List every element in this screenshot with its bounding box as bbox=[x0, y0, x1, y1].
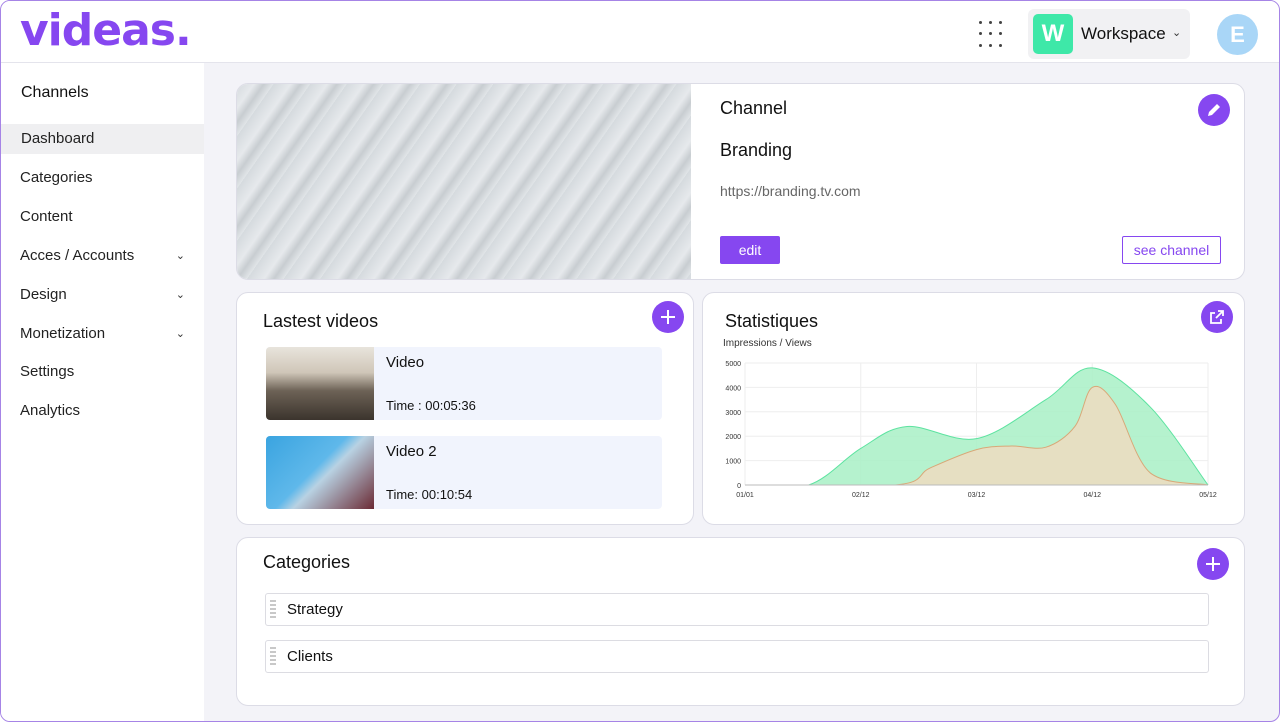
drag-handle-icon[interactable] bbox=[270, 647, 276, 667]
y-tick-label: 4000 bbox=[725, 385, 741, 392]
sidebar-item-analytics[interactable]: Analytics bbox=[1, 396, 204, 426]
video-title: Video bbox=[386, 354, 425, 371]
statistics-chart: 5000 4000 3000 2000 1000 0 01/01 02/12 03/12 04/1… bbox=[725, 361, 1217, 499]
video-title: Video 2 bbox=[386, 443, 437, 460]
y-tick-label: 3000 bbox=[725, 410, 741, 417]
sidebar-item-label: Acces / Accounts bbox=[20, 247, 135, 264]
top-bar: videas. W Workspace ⌄ E bbox=[1, 1, 1279, 63]
sidebar-item-monetization[interactable]: Monetization ⌄ bbox=[1, 319, 204, 349]
sidebar-item-accounts[interactable]: Acces / Accounts ⌄ bbox=[1, 241, 204, 271]
sidebar-item-categories[interactable]: Categories bbox=[1, 163, 204, 193]
video-thumbnail bbox=[266, 436, 374, 509]
drag-handle-icon[interactable] bbox=[270, 600, 276, 620]
sidebar-item-label: Monetization bbox=[20, 325, 106, 342]
statistics-card: Statistiques Impressions / Views 5000 400… bbox=[702, 292, 1245, 525]
avatar[interactable]: E bbox=[1217, 14, 1258, 55]
video-time: Time : 00:05:36 bbox=[386, 398, 476, 413]
add-category-button[interactable] bbox=[1197, 548, 1229, 580]
latest-videos-title: Lastest videos bbox=[263, 311, 379, 331]
workspace-selector[interactable]: W Workspace ⌄ bbox=[1028, 9, 1190, 59]
sidebar-item-label: Design bbox=[20, 286, 67, 303]
sidebar: Channels Dashboard Categories Content Ac… bbox=[1, 63, 204, 721]
plus-icon bbox=[1206, 557, 1220, 571]
workspace-label: Workspace bbox=[1081, 24, 1166, 43]
sidebar-item-label: Content bbox=[20, 208, 73, 225]
add-video-button[interactable] bbox=[652, 301, 684, 333]
x-tick-label: 03/12 bbox=[968, 492, 986, 499]
latest-videos-card: Lastest videos Video Time : 00:05:36 Vid… bbox=[236, 292, 694, 525]
x-tick-label: 02/12 bbox=[852, 492, 870, 499]
x-tick-label: 04/12 bbox=[1083, 492, 1101, 499]
sidebar-item-label: Settings bbox=[20, 363, 75, 380]
logo[interactable]: videas. bbox=[20, 5, 192, 56]
categories-title: Categories bbox=[263, 552, 351, 572]
list-item[interactable]: Video 2 Time: 00:10:54 bbox=[266, 436, 662, 509]
categories-card: Categories Strategy Clients bbox=[236, 537, 1245, 706]
sidebar-item-settings[interactable]: Settings bbox=[1, 357, 204, 387]
chevron-down-icon: ⌄ bbox=[1172, 27, 1182, 39]
app-frame: videas. W Workspace ⌄ E Channels Dashboa… bbox=[0, 0, 1280, 722]
category-row[interactable]: Strategy bbox=[265, 593, 1209, 626]
channel-label: Channel bbox=[720, 98, 788, 118]
y-tick-label: 1000 bbox=[725, 459, 741, 466]
statistics-title: Statistiques bbox=[725, 311, 819, 331]
video-time: Time: 00:10:54 bbox=[386, 487, 473, 502]
sidebar-item-design[interactable]: Design ⌄ bbox=[1, 280, 204, 310]
x-tick-label: 05/12 bbox=[1199, 492, 1217, 499]
chart-subtitle: Impressions / Views bbox=[723, 338, 812, 349]
category-label: Clients bbox=[287, 648, 333, 665]
chevron-down-icon: ⌄ bbox=[175, 250, 185, 262]
channel-card: Channel Branding https://branding.tv.com… bbox=[236, 83, 1245, 280]
external-link-icon bbox=[1210, 310, 1224, 324]
plus-icon bbox=[661, 310, 675, 324]
edit-button[interactable]: edit bbox=[720, 236, 780, 264]
see-channel-button[interactable]: see channel bbox=[1122, 236, 1221, 264]
workspace-badge: W bbox=[1033, 14, 1073, 54]
video-thumbnail bbox=[266, 347, 374, 420]
sidebar-item-label: Dashboard bbox=[21, 130, 95, 147]
sidebar-item-content[interactable]: Content bbox=[1, 202, 204, 232]
y-tick-label: 2000 bbox=[725, 434, 741, 441]
chevron-down-icon: ⌄ bbox=[175, 328, 185, 340]
channel-url: https://branding.tv.com bbox=[720, 183, 861, 199]
channel-name: Branding bbox=[720, 140, 793, 160]
category-label: Strategy bbox=[287, 601, 343, 618]
chevron-down-icon: ⌄ bbox=[175, 289, 185, 301]
edit-pencil-button[interactable] bbox=[1198, 94, 1230, 126]
x-tick-label: 01/01 bbox=[736, 492, 754, 499]
open-external-button[interactable] bbox=[1201, 301, 1233, 333]
sidebar-item-label: Categories bbox=[20, 169, 93, 186]
sidebar-title: Channels bbox=[21, 84, 89, 101]
category-row[interactable]: Clients bbox=[265, 640, 1209, 673]
sidebar-item-label: Analytics bbox=[20, 402, 81, 419]
pencil-icon bbox=[1208, 104, 1220, 116]
apps-grid-icon[interactable] bbox=[979, 21, 1007, 49]
y-tick-label: 5000 bbox=[725, 361, 741, 368]
y-tick-label: 0 bbox=[737, 483, 741, 490]
list-item[interactable]: Video Time : 00:05:36 bbox=[266, 347, 662, 420]
sidebar-item-dashboard[interactable]: Dashboard bbox=[1, 124, 204, 154]
channel-banner-image bbox=[237, 84, 691, 279]
